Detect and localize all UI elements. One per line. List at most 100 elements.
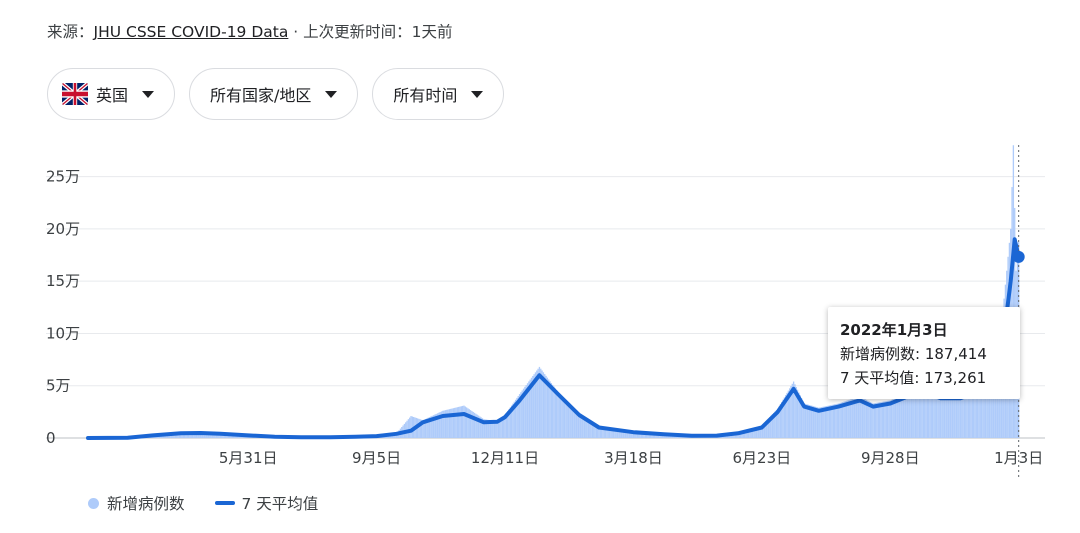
legend-avg-label: 7 天平均值 (241, 495, 319, 513)
daily-bar (953, 394, 955, 438)
daily-bar (951, 394, 954, 438)
tooltip-avg: 7 天平均值: 173,261 (840, 369, 987, 387)
chart-legend: 新增病例数 7 天平均值 (88, 492, 318, 514)
chart-tooltip: 2022年1月3日 新增病例数: 187,414 7 天平均值: 173,261 (828, 307, 1020, 399)
daily-bar (456, 407, 459, 438)
daily-bar (451, 408, 453, 438)
daily-bar (418, 418, 420, 438)
daily-bar (939, 395, 942, 438)
daily-bar (897, 396, 899, 438)
daily-bar (558, 393, 560, 438)
daily-bar (943, 394, 946, 438)
daily-bar (888, 400, 890, 438)
daily-bar (877, 402, 880, 438)
daily-bar (454, 407, 456, 438)
daily-bar (407, 419, 410, 438)
daily-bar (459, 406, 461, 438)
daily-bar (892, 399, 894, 438)
daily-bar (893, 398, 895, 438)
daily-bar (949, 394, 951, 438)
daily-bar (905, 393, 907, 438)
daily-bar (904, 393, 906, 438)
daily-bar (942, 394, 944, 438)
daily-bar (889, 400, 891, 438)
daily-bar (900, 395, 902, 438)
x-tick-label: 3月18日 (604, 449, 663, 467)
daily-bar (549, 381, 551, 438)
daily-bar (458, 406, 460, 438)
daily-bar (901, 394, 903, 438)
daily-bar (963, 392, 966, 438)
tooltip-daily-label: 新增病例数 (840, 345, 916, 363)
tooltip-daily: 新增病例数: 187,414 (840, 345, 987, 363)
daily-bar (567, 402, 570, 438)
daily-bar (947, 394, 950, 438)
daily-bar (553, 386, 555, 438)
daily-bar (958, 394, 960, 438)
daily-bar (896, 397, 898, 438)
x-tick-label: 9月5日 (352, 449, 401, 467)
daily-bar (555, 390, 558, 438)
y-tick-label: 15万 (46, 272, 80, 290)
y-tick-label: 5万 (46, 377, 71, 395)
daily-bar (565, 399, 567, 438)
tooltip-date: 2022年1月3日 (840, 321, 948, 339)
daily-bar (937, 393, 939, 438)
daily-bar (938, 394, 940, 438)
x-tick-label: 6月23日 (733, 449, 792, 467)
daily-bar (872, 403, 874, 438)
daily-bar (463, 405, 465, 438)
y-tick-label: 25万 (46, 168, 80, 186)
y-tick-label: 20万 (46, 220, 80, 238)
y-tick-label: 10万 (46, 324, 80, 342)
daily-bar (962, 392, 964, 438)
daily-bar (406, 420, 408, 438)
tooltip-avg-label: 7 天平均值 (840, 369, 915, 387)
daily-bar (957, 394, 959, 438)
daily-bar (409, 417, 411, 438)
daily-bar (563, 398, 566, 438)
daily-bar (460, 406, 462, 438)
daily-bar (546, 377, 549, 438)
y-tick-label: 0 (46, 429, 56, 447)
daily-bar (559, 394, 562, 438)
legend-daily-label: 新增病例数 (107, 495, 185, 513)
daily-bar (455, 407, 457, 438)
daily-bar (941, 395, 943, 438)
daily-bar (881, 401, 883, 438)
daily-bar (552, 384, 554, 438)
daily-bar (464, 406, 466, 438)
daily-bar (884, 401, 886, 438)
daily-bar (467, 408, 469, 438)
legend-daily-swatch (88, 497, 99, 509)
tooltip-avg-value: 173,261 (924, 369, 987, 387)
daily-bar (882, 401, 885, 438)
daily-bar (946, 394, 948, 438)
x-tick-label: 5月31日 (219, 449, 278, 467)
daily-bar (548, 379, 550, 438)
daily-bar (906, 392, 909, 438)
daily-bar (461, 405, 464, 438)
x-tick-label: 12月11日 (471, 449, 539, 467)
daily-bar (890, 399, 893, 438)
daily-bar (562, 397, 564, 438)
daily-bar (469, 410, 472, 438)
daily-bar (879, 402, 881, 438)
tooltip-daily-value: 187,414 (924, 345, 987, 363)
daily-bar (885, 401, 887, 438)
daily-bar (566, 401, 568, 438)
daily-bar (954, 394, 956, 438)
daily-bar (950, 394, 952, 438)
daily-bar (561, 395, 563, 438)
daily-bar (945, 394, 947, 438)
daily-bar (961, 393, 963, 438)
daily-bar (465, 407, 468, 438)
daily-bar (935, 392, 938, 438)
daily-bar (880, 402, 882, 438)
daily-bar (875, 403, 877, 438)
daily-bar (898, 396, 901, 438)
legend-avg-swatch (214, 501, 235, 505)
daily-bar (955, 394, 958, 438)
daily-bar (902, 394, 905, 438)
cases-chart[interactable]: 0 5万 10万 15万 20万 25万 5月31日 9月5日 12月11日 3月18日 6月23日… (0, 0, 1080, 533)
